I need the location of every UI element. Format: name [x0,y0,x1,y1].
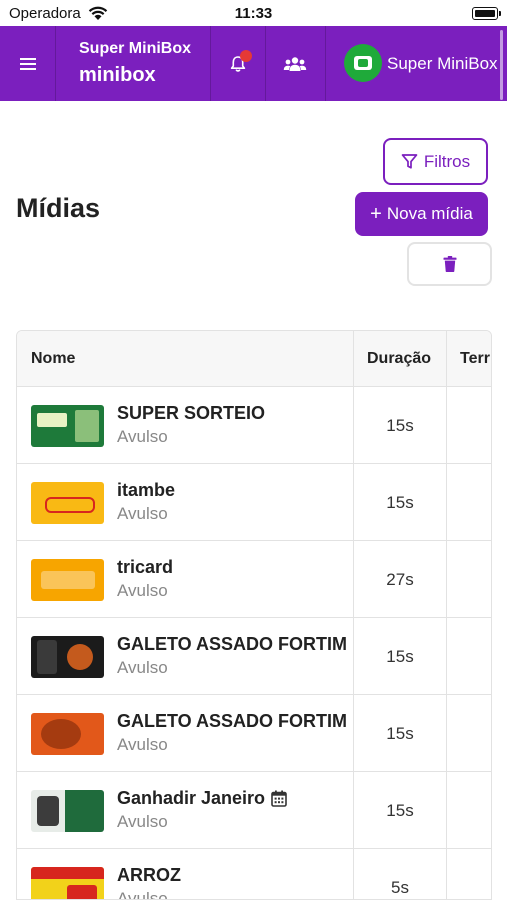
media-name: Ganhadir Janeiro [117,788,287,809]
media-table: Nome Duração Terr SUPER SORTEIO Avulso 1… [16,330,492,900]
media-duration: 15s [353,464,446,541]
media-thumbnail [31,867,104,899]
users-button[interactable] [265,26,325,101]
media-type: Avulso [117,504,168,523]
media-name: itambe [117,480,176,500]
avatar [344,44,382,82]
calendar-icon [271,790,287,807]
plus-icon: + [370,203,382,225]
filters-label: Filtros [423,151,471,171]
header-divider [55,26,56,101]
media-thumbnail [31,636,104,678]
new-media-label: Nova mídia [386,204,473,223]
media-thumbnail [31,790,104,832]
media-thumbnail [31,405,104,447]
media-type: Avulso [117,658,168,677]
hamburger-icon [19,57,36,70]
table-row[interactable]: ARROZ Avulso 5s [17,849,491,900]
table-row[interactable]: itambe Avulso 15s [17,464,491,541]
table-row[interactable]: tricard Avulso 27s [17,541,491,618]
media-name: SUPER SORTEIO [117,403,266,423]
column-header-duration[interactable]: Duração [353,331,445,387]
media-duration: 15s [353,387,446,464]
media-term-cell [446,695,491,772]
media-duration: 27s [353,541,446,618]
table-row[interactable]: GALETO ASSADO FORTIM Avulso 15s [17,618,491,695]
media-type: Avulso [117,812,168,831]
store-logo-icon [354,56,372,70]
media-type: Avulso [117,735,168,754]
table-header: Nome Duração Terr [17,331,491,387]
header-subtitle: minibox [79,64,156,86]
media-type: Avulso [117,889,168,900]
media-term-cell [446,541,491,618]
media-duration: 15s [353,695,446,772]
account-menu[interactable]: Super MiniBox [325,26,507,101]
column-header-name[interactable]: Nome [31,331,351,387]
media-duration: 15s [353,618,446,695]
media-term-cell [446,772,491,849]
notification-badge [240,50,252,62]
table-row[interactable]: GALETO ASSADO FORTIM Avulso 15s [17,695,491,772]
media-type: Avulso [117,427,168,446]
notifications-button[interactable] [210,26,265,101]
page-title: Mídias [16,193,101,223]
app-header: Super MiniBox minibox Super MiniBox [0,26,507,101]
account-name: Super MiniBox [387,54,498,73]
trash-icon [443,256,456,272]
new-media-button[interactable]: + Nova mídia [355,192,488,236]
clock: 11:33 [234,5,273,22]
media-name: GALETO ASSADO FORTIM [117,634,348,654]
status-bar: Operadora 11:33 [0,0,507,26]
header-title: Super MiniBox [79,40,192,57]
media-term-cell [446,618,491,695]
battery-icon [472,7,498,20]
media-term-cell [446,464,491,541]
media-name: GALETO ASSADO FORTIM [117,711,348,731]
media-thumbnail [31,713,104,755]
media-name: tricard [117,557,174,577]
media-duration: 5s [353,849,446,899]
media-duration: 15s [353,772,446,849]
menu-button[interactable] [0,26,55,101]
media-term-cell [446,849,491,899]
media-thumbnail [31,482,104,524]
media-name: ARROZ [117,865,181,885]
table-row[interactable]: SUPER SORTEIO Avulso 15s [17,387,491,464]
media-term-cell [446,387,491,464]
battery-nub [499,11,501,16]
table-row[interactable]: Ganhadir Janeiro Avulso 15s [17,772,491,849]
users-icon [283,56,307,71]
column-header-term[interactable]: Terr [446,331,491,387]
filter-icon [401,154,418,169]
delete-button[interactable] [407,242,492,286]
header-scrollbar[interactable] [500,30,503,100]
media-type: Avulso [117,581,168,600]
filters-button[interactable]: Filtros [383,138,488,185]
media-thumbnail [31,559,104,601]
